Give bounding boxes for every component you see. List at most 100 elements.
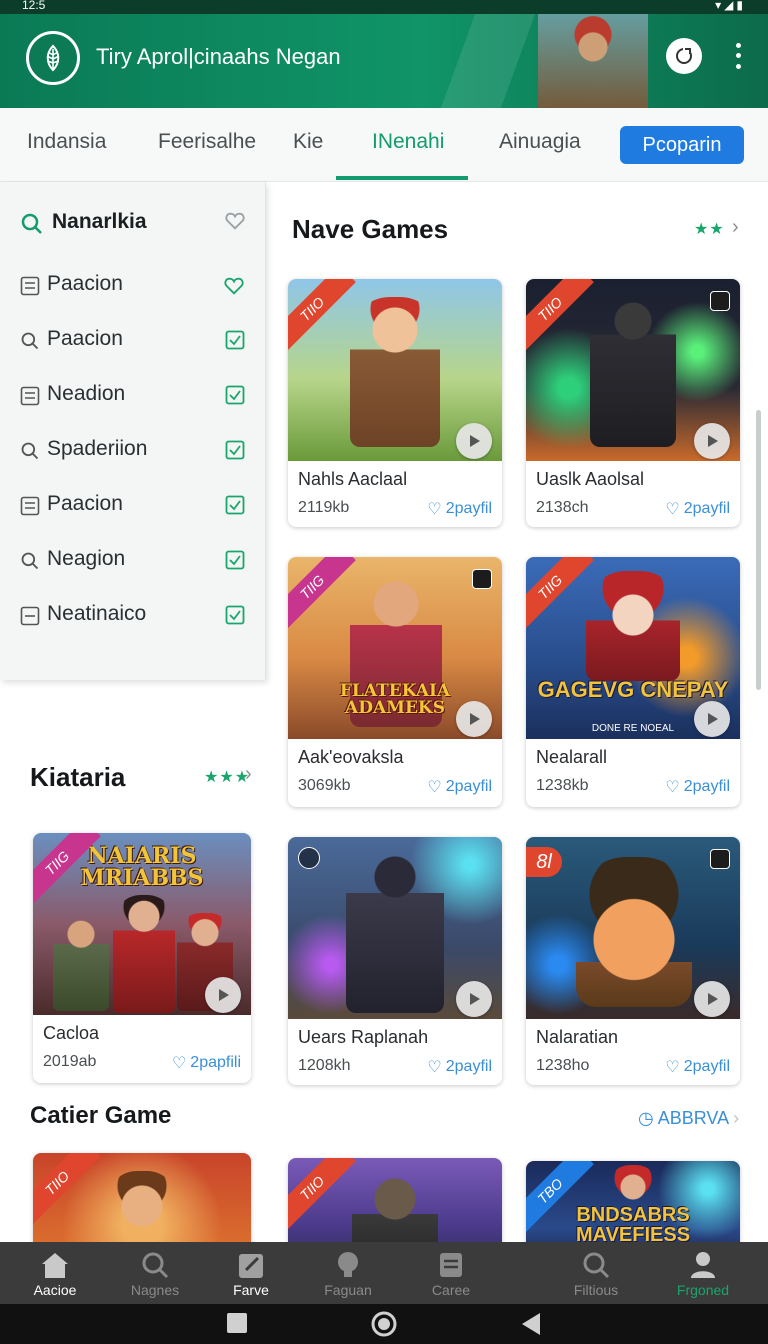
list-icon xyxy=(20,386,40,406)
dot-icon xyxy=(735,53,741,59)
game-name: Cacloa xyxy=(43,1023,100,1043)
play-button[interactable] xyxy=(456,701,492,737)
game-likes[interactable]: ♡ 2payfil xyxy=(427,777,492,797)
app-title: Tiry Aprol|cinaahs Negan xyxy=(96,44,341,69)
check-icon[interactable] xyxy=(225,605,245,625)
nav-item-frgoned[interactable]: Frgoned xyxy=(648,1242,758,1304)
tab-inenahi[interactable]: INenahi xyxy=(372,130,444,154)
nav-label: Faguan xyxy=(324,1282,372,1298)
game-thumbnail: GAGEVG CNEPAY DONE RE NOEAL TIIG xyxy=(526,557,740,739)
nav-item-filtious[interactable]: Filtious xyxy=(541,1242,651,1304)
recents-icon[interactable] xyxy=(226,1312,248,1334)
ribbon-badge: TIIG xyxy=(288,557,356,631)
nav-item-caree[interactable]: Caree xyxy=(396,1242,506,1304)
nav-item-farve[interactable]: Farve xyxy=(196,1242,306,1304)
sidebar-item[interactable]: Neatinaico xyxy=(20,596,250,636)
ribbon-badge: 8l xyxy=(526,847,562,877)
nav-item-aacioe[interactable]: Aacioe xyxy=(0,1242,110,1304)
game-card[interactable]: TIIO Uaslk Aaolsal 2138ch ♡ 2payfil xyxy=(526,279,740,527)
tag-icon xyxy=(298,847,320,869)
pcoparin-button[interactable]: Pcoparin xyxy=(620,126,744,164)
play-button[interactable] xyxy=(456,981,492,1017)
play-button[interactable] xyxy=(456,423,492,459)
sidebar-item[interactable]: Neagion xyxy=(20,541,250,581)
likes-label: 2payfil xyxy=(683,778,730,795)
scrollbar[interactable] xyxy=(756,410,761,690)
likes-label: 2payfil xyxy=(683,500,730,517)
game-card[interactable]: FLATEKAIA ADAMEKS TIIG Aak'eovaksla 3069… xyxy=(288,557,502,807)
game-card[interactable]: Uears Raplanah 1208kh ♡ 2payfil xyxy=(288,837,502,1085)
app-logo-icon[interactable] xyxy=(26,31,80,85)
sidebar-item-label: Paacion xyxy=(47,327,123,350)
character-art xyxy=(586,571,680,681)
tag-icon xyxy=(710,849,730,869)
search-icon xyxy=(21,332,39,350)
tab-kie[interactable]: Kie xyxy=(293,130,323,154)
nav-item-faguan[interactable]: Faguan xyxy=(293,1242,403,1304)
tab-ainuagia[interactable]: Ainuagia xyxy=(499,130,581,154)
game-art-title: GAGEVG CNEPAY xyxy=(537,677,729,702)
search-icon xyxy=(142,1252,169,1279)
tab-indansia[interactable]: Indansia xyxy=(27,130,106,154)
sidebar-item-label: Paacion xyxy=(47,492,123,515)
category-tabs: Indansia Feerisalhe Kie INenahi Ainuagia… xyxy=(0,108,768,182)
play-button[interactable] xyxy=(694,423,730,459)
game-likes[interactable]: ♡ 2payfil xyxy=(427,1057,492,1077)
play-icon xyxy=(708,713,718,725)
see-all-link[interactable]: ◷ ABBRVA › xyxy=(638,1108,739,1129)
status-time: 12:5 xyxy=(22,0,46,12)
overflow-menu-button[interactable] xyxy=(730,40,746,72)
search-icon xyxy=(21,442,39,460)
sidebar-item[interactable]: Neadion xyxy=(20,376,250,416)
check-icon[interactable] xyxy=(225,495,245,515)
check-icon[interactable] xyxy=(225,440,245,460)
sidebar-item[interactable]: Spaderiion xyxy=(20,431,250,471)
chevron-right-icon[interactable]: › xyxy=(245,763,252,786)
game-card[interactable]: NAIARIS MRIABBS TIIG Cacloa 2019ab ♡ 2pap… xyxy=(33,833,251,1083)
game-thumbnail xyxy=(288,837,502,1019)
character-art xyxy=(346,853,444,1013)
check-icon[interactable] xyxy=(225,550,245,570)
tab-feerisalhe[interactable]: Feerisalhe xyxy=(158,130,256,154)
game-likes[interactable]: ♡ 2papfili xyxy=(172,1053,241,1073)
app-bar: Tiry Aprol|cinaahs Negan xyxy=(0,14,768,108)
game-likes[interactable]: ♡ 2payfil xyxy=(665,499,730,519)
game-likes[interactable]: ♡ 2payfil xyxy=(427,499,492,519)
search-icon xyxy=(21,213,42,234)
heart-icon[interactable] xyxy=(224,210,246,232)
share-button[interactable] xyxy=(666,38,702,74)
list-icon xyxy=(20,606,40,626)
play-button[interactable] xyxy=(694,701,730,737)
game-card[interactable]: GAGEVG CNEPAY DONE RE NOEAL TIIG Nealara… xyxy=(526,557,740,807)
game-card[interactable]: 8l Nalaratian 1238ho ♡ 2payfil xyxy=(526,837,740,1085)
game-name: Uaslk Aaolsal xyxy=(536,469,645,489)
back-icon[interactable] xyxy=(520,1312,542,1336)
sidebar-item[interactable]: Paacion xyxy=(20,321,250,361)
sidebar-item-label: Neatinaico xyxy=(47,602,147,625)
game-card[interactable]: TIIO Nahls Aaclaal 2119kb ♡ 2payfil xyxy=(288,279,502,527)
nav-label: Nagnes xyxy=(130,1282,180,1298)
heart-icon[interactable] xyxy=(223,275,245,297)
game-thumbnail: NAIARIS MRIABBS TIIG xyxy=(33,833,251,1015)
sidebar-item[interactable]: Paacion xyxy=(20,486,250,526)
check-icon[interactable] xyxy=(225,385,245,405)
game-likes[interactable]: ♡ 2payfil xyxy=(665,1057,730,1077)
likes-label: 2papfili xyxy=(190,1054,241,1071)
game-thumbnail: FLATEKAIA ADAMEKS TIIG xyxy=(288,557,502,739)
sidebar-item-label: Neadion xyxy=(47,382,126,405)
chevron-right-icon[interactable]: › xyxy=(732,216,739,239)
play-button[interactable] xyxy=(694,981,730,1017)
share-icon xyxy=(676,48,692,64)
game-likes[interactable]: ♡ 2payfil xyxy=(665,777,730,797)
side-search[interactable]: Nanarlkia xyxy=(20,204,260,244)
play-icon xyxy=(708,993,718,1005)
play-button[interactable] xyxy=(205,977,241,1013)
home-button-icon[interactable] xyxy=(370,1310,398,1338)
heart-icon: ♡ xyxy=(665,501,680,518)
nav-item-nagnes[interactable]: Nagnes xyxy=(100,1242,210,1304)
sidebar-item[interactable]: Paacion xyxy=(20,266,250,306)
nav-label: Farve xyxy=(233,1282,269,1298)
list-icon xyxy=(20,496,40,516)
check-icon[interactable] xyxy=(225,330,245,350)
list-icon xyxy=(20,276,40,296)
